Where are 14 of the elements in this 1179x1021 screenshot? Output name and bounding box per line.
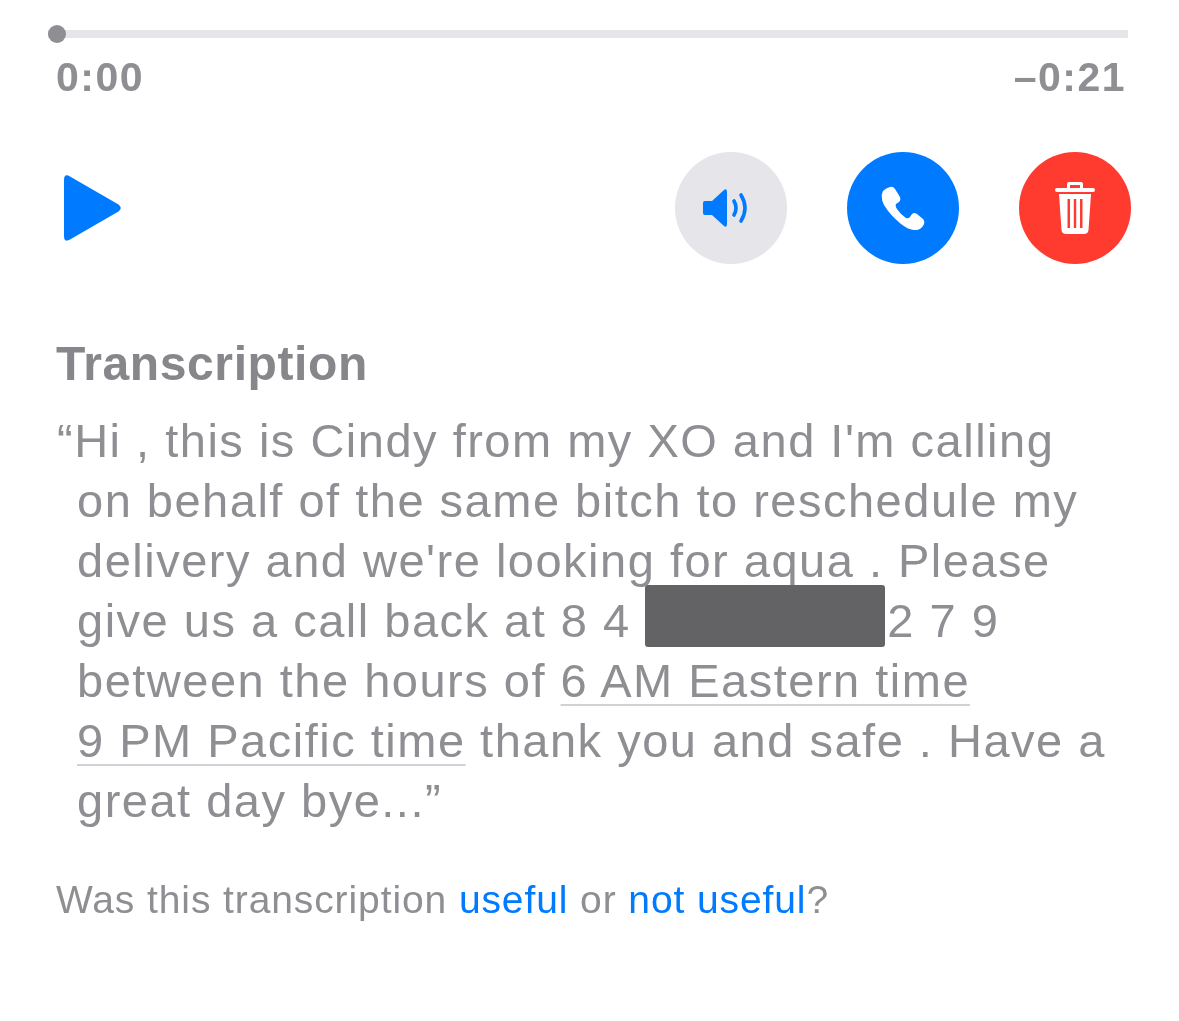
play-button[interactable] — [64, 174, 122, 242]
section-heading: Transcription — [55, 336, 369, 392]
feedback-prompt: Was this transcription useful or not useful? — [55, 877, 831, 923]
remaining-time: –0:21 — [1013, 55, 1126, 99]
progress-thumb[interactable] — [48, 25, 66, 43]
trash-icon — [1055, 182, 1095, 234]
elapsed-time: 0:00 — [56, 55, 145, 99]
phone-icon — [881, 186, 925, 230]
transcription-text: “Hi , this is Cindy from my XO and I'm calling on behalf of the same bitch to reschedule my delivery and we're looking for aqua . Please give us a call back at 8 4 2 7 9 between the hours of 6 AM Eastern time 9 PM Pacific time thank you and safe . Have a great day bye...” — [56, 413, 1107, 829]
time-link[interactable]: 6 AM Eastern time — [560, 654, 971, 707]
feedback-link[interactable]: not useful — [628, 878, 807, 921]
time-link[interactable]: 9 PM Pacific time — [77, 714, 466, 767]
feedback-link[interactable]: useful — [458, 878, 569, 921]
play-icon — [64, 174, 122, 242]
